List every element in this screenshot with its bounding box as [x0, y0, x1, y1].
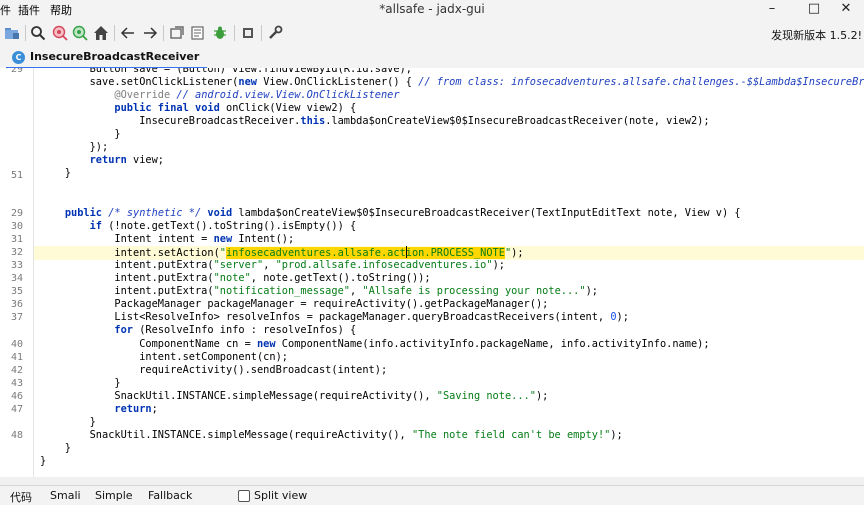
search-icon[interactable] [28, 22, 48, 44]
line-number: 46 [10, 391, 23, 402]
toolbar-separator [25, 25, 26, 41]
stop-icon[interactable] [238, 22, 258, 44]
gutter-border [33, 68, 34, 477]
code-line: for (ResolveInfo info : resolveInfos) { [114, 324, 357, 336]
horizontal-scrollbar[interactable] [0, 477, 864, 485]
code-line: public /* synthetic */ void lambda$onCre… [64, 207, 741, 219]
title-bar: 件 插件 帮助 *allsafe - jadx-gui – □ ✕ [0, 0, 864, 18]
minimize-button[interactable]: – [754, 0, 790, 18]
forward-arrow-icon[interactable] [140, 22, 160, 44]
code-line: Intent intent = new Intent(); [40, 233, 295, 245]
line-number: 48 [10, 430, 23, 441]
line-number: 36 [10, 299, 23, 310]
sync-icon[interactable] [167, 22, 187, 44]
code-line: SnackUtil.INSTANCE.simpleMessage(require… [40, 429, 623, 441]
tab-fallback[interactable]: Fallback [148, 489, 192, 502]
code-line: List<ResolveInfo> resolveInfos = package… [40, 311, 629, 323]
code-line: Button save = (Button) view.findViewById… [40, 68, 412, 75]
search-class-icon[interactable] [50, 22, 70, 44]
code-line: public final void onClick(View view2) { [114, 102, 357, 114]
code-line-selected: intent.setAction("infosecadventures.alls… [40, 246, 524, 259]
settings-wrench-icon[interactable] [265, 22, 285, 44]
line-number: 30 [10, 221, 23, 232]
line-number: 34 [10, 273, 23, 284]
tab-simple[interactable]: Simple [95, 489, 133, 502]
home-icon[interactable] [91, 22, 111, 44]
line-number: 40 [10, 339, 23, 350]
code-line: PackageManager packageManager = requireA… [40, 298, 549, 310]
tab-smali[interactable]: Smali [50, 489, 81, 502]
toolbar-separator [163, 25, 164, 41]
line-number: 35 [10, 286, 23, 297]
line-number: 31 [10, 234, 23, 245]
line-number: 47 [10, 404, 23, 415]
toolbar-separator [261, 25, 262, 41]
code-line: intent.putExtra("notification_message", … [40, 285, 598, 297]
debug-icon[interactable] [210, 22, 230, 44]
code-editor[interactable]: 29 51 29 30 31 32 33 34 35 36 37 40 41 4… [0, 68, 864, 477]
code-line: } [40, 377, 121, 389]
code-line: return view; [89, 154, 165, 166]
line-number: 41 [10, 352, 23, 363]
close-button[interactable]: ✕ [828, 0, 864, 18]
code-line: } [40, 455, 47, 467]
open-file-icon[interactable] [2, 22, 22, 44]
editor-tab-strip: C InsecureBroadcastReceiver [0, 48, 864, 69]
log-viewer-icon[interactable] [188, 22, 208, 44]
code-line: save.setOnClickListener(new View.OnClick… [40, 76, 864, 88]
toolbar-separator [234, 25, 235, 41]
line-number: 32 [10, 247, 23, 258]
line-number: 42 [10, 365, 23, 376]
class-icon: C [12, 51, 25, 64]
code-line: InsecureBroadcastReceiver.this.lambda$on… [40, 115, 710, 127]
code-line: ComponentName cn = new ComponentName(inf… [40, 338, 710, 350]
bottom-view-tabs: 代码 Smali Simple Fallback Split view [0, 485, 864, 504]
code-line: } [40, 128, 121, 140]
line-number: 29 [10, 68, 23, 75]
code-line: intent.putExtra("note", note.getText().t… [40, 272, 431, 284]
line-number: 43 [10, 378, 23, 389]
line-number: 51 [10, 170, 23, 181]
line-number: 33 [10, 260, 23, 271]
toolbar: 发现新版本 1.5.2! [0, 18, 864, 48]
code-line: requireActivity().sendBroadcast(intent); [40, 364, 388, 376]
split-view-label: Split view [254, 489, 308, 502]
toolbar-separator [114, 25, 115, 41]
code-line: intent.putExtra("server", "prod.allsafe.… [40, 259, 505, 271]
search-usage-icon[interactable] [70, 22, 90, 44]
code-line: }); [40, 141, 109, 153]
code-line: if (!note.getText().toString().isEmpty()… [89, 220, 357, 232]
split-view-checkbox[interactable] [238, 490, 250, 502]
maximize-button[interactable]: □ [796, 0, 832, 18]
line-number: 37 [10, 312, 23, 323]
code-line: } [40, 167, 71, 179]
code-line: return; [114, 403, 158, 415]
code-line: intent.setComponent(cn); [40, 351, 288, 363]
window-title: *allsafe - jadx-gui [379, 2, 485, 16]
tab-label: InsecureBroadcastReceiver [30, 50, 200, 63]
line-number: 29 [10, 208, 23, 219]
back-arrow-icon[interactable] [118, 22, 138, 44]
code-line: } [40, 416, 96, 428]
code-line: } [40, 442, 71, 454]
update-notice[interactable]: 发现新版本 1.5.2! [771, 27, 862, 43]
code-line: @Override // android.view.View.OnClickLi… [114, 89, 400, 101]
tab-insecure-broadcast-receiver[interactable]: C InsecureBroadcastReceiver [6, 48, 208, 69]
code-line: SnackUtil.INSTANCE.simpleMessage(require… [40, 390, 549, 402]
